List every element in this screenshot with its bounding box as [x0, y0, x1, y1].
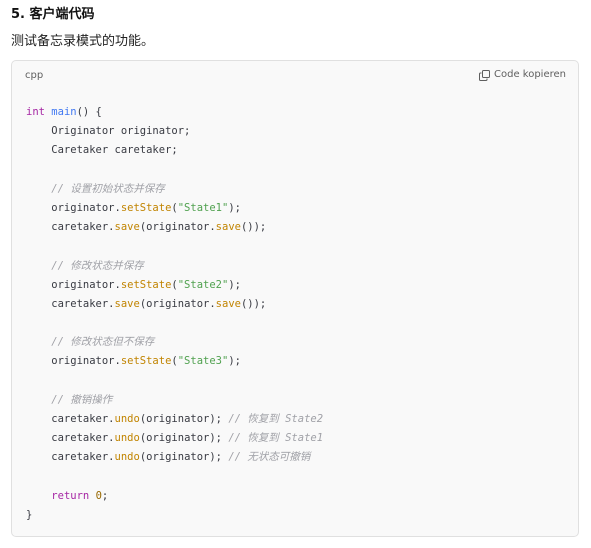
- code-text: (originator);: [139, 451, 229, 464]
- code-keyword: int: [26, 106, 45, 118]
- code-text: (originator.: [139, 297, 216, 310]
- code-text: ());: [240, 221, 267, 234]
- code-text: caretaker.: [26, 413, 115, 425]
- code-text: originator.: [26, 355, 121, 368]
- code-line: originator.setState("State1");: [26, 199, 323, 218]
- code-line: caretaker.undo(originator); // 恢复到 State…: [26, 410, 323, 429]
- code-string: "State2": [177, 278, 229, 291]
- code-block: cpp Code kopieren int main() { Originato…: [11, 60, 579, 537]
- code-text: Originator originator;: [26, 125, 191, 138]
- code-text: );: [228, 201, 241, 214]
- code-text: );: [228, 355, 241, 368]
- code-line: caretaker.undo(originator); // 恢复到 State…: [26, 429, 323, 448]
- code-line: originator.setState("State2");: [26, 276, 323, 295]
- code-line: // 修改状态但不保存: [26, 333, 323, 352]
- code-text: (originator.: [139, 221, 216, 234]
- code-method-name: setState: [120, 355, 172, 368]
- code-method-name: save: [114, 221, 140, 234]
- copy-icon: [479, 69, 490, 81]
- code-comment: // 恢复到 State1: [228, 432, 324, 445]
- copy-code-button[interactable]: Code kopieren: [479, 68, 566, 82]
- code-text: }: [26, 508, 33, 521]
- code-line: // 修改状态并保存: [26, 257, 323, 276]
- code-method-name: save: [114, 297, 140, 310]
- code-line: caretaker.save(originator.save());: [26, 218, 323, 237]
- code-text: Caretaker caretaker;: [26, 144, 178, 157]
- code-text: ;: [101, 489, 109, 502]
- code-string: "State3": [177, 355, 229, 368]
- code-content: int main() { Originator originator; Care…: [26, 103, 323, 525]
- code-method-name: save: [215, 221, 241, 234]
- code-method-name: setState: [120, 201, 172, 214]
- code-string: "State1": [177, 201, 229, 214]
- code-line: // 撤销操作: [26, 391, 323, 410]
- code-text: caretaker.: [26, 297, 115, 310]
- code-line: Originator originator;: [26, 122, 323, 141]
- code-text: );: [228, 278, 241, 291]
- code-text: originator.: [26, 201, 121, 214]
- code-function-name: main: [51, 106, 77, 118]
- code-method-name: save: [215, 297, 241, 310]
- code-line: caretaker.undo(originator); // 无状态可撤销: [26, 448, 323, 467]
- section-description: 测试备忘录模式的功能。: [11, 34, 155, 49]
- code-language-label: cpp: [25, 70, 44, 81]
- code-line: }: [26, 506, 323, 525]
- code-method-name: setState: [120, 278, 172, 291]
- code-line: return 0;: [26, 487, 323, 506]
- code-text: caretaker.: [26, 221, 115, 234]
- code-method-name: undo: [114, 432, 140, 445]
- code-comment: // 无状态可撤销: [228, 451, 311, 464]
- code-method-name: undo: [114, 451, 140, 464]
- code-comment: // 修改状态但不保存: [51, 336, 155, 349]
- code-line: int main() {: [26, 103, 323, 122]
- code-text: (originator);: [139, 432, 229, 445]
- code-text: ());: [240, 297, 267, 310]
- code-comment: // 恢复到 State2: [228, 413, 324, 425]
- code-text: (originator);: [139, 413, 229, 425]
- code-text: caretaker.: [26, 451, 115, 464]
- code-line: caretaker.save(originator.save());: [26, 295, 323, 314]
- code-text: originator.: [26, 278, 121, 291]
- code-keyword: return: [51, 489, 90, 502]
- section-heading: 5. 客户端代码: [11, 7, 95, 22]
- code-comment: // 撤销操作: [51, 393, 113, 406]
- code-line: // 设置初始状态并保存: [26, 180, 323, 199]
- code-text: () {: [76, 106, 102, 118]
- code-line: originator.setState("State3");: [26, 352, 323, 371]
- copy-button-label: Code kopieren: [494, 69, 566, 80]
- code-comment: // 设置初始状态并保存: [51, 182, 165, 195]
- code-text: caretaker.: [26, 432, 115, 445]
- code-comment: // 修改状态并保存: [51, 259, 144, 272]
- code-method-name: undo: [114, 413, 140, 425]
- code-line: Caretaker caretaker;: [26, 141, 323, 160]
